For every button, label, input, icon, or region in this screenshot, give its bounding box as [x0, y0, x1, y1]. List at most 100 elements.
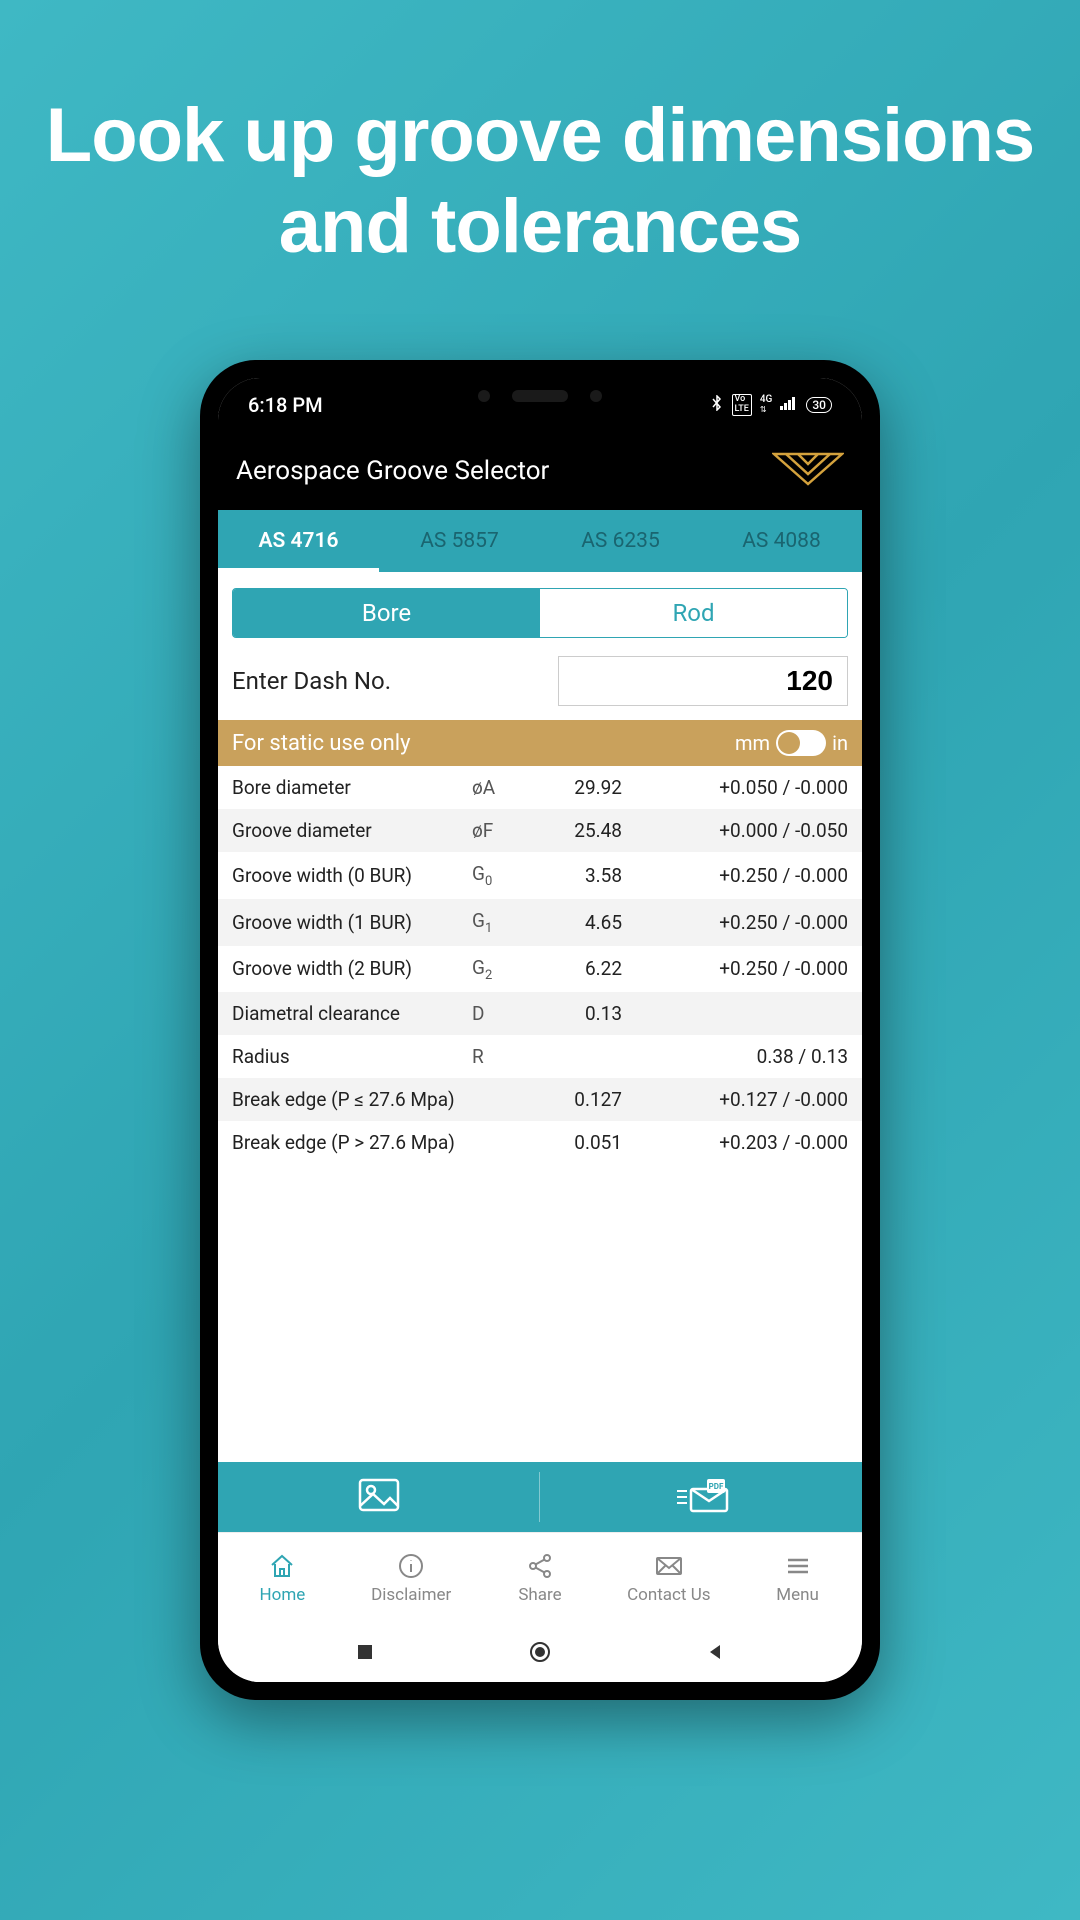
- nav-disclaimer-label: Disclaimer: [371, 1585, 451, 1605]
- row-symbol: R: [472, 1045, 522, 1068]
- row-label: Break edge (P ≤ 27.6 Mpa): [232, 1088, 472, 1111]
- row-label: Break edge (P > 27.6 Mpa): [232, 1131, 472, 1154]
- row-tolerance: 0.38 / 0.13: [622, 1045, 848, 1068]
- table-row: Bore diameterøA29.92+0.050 / -0.000: [218, 766, 862, 809]
- status-time: 6:18 PM: [248, 393, 323, 417]
- row-tolerance: +0.203 / -0.000: [622, 1131, 848, 1154]
- static-note: For static use only: [232, 731, 411, 756]
- row-symbol: øA: [472, 776, 522, 799]
- row-symbol: G1: [472, 909, 522, 936]
- bore-rod-segmented: Bore Rod: [232, 588, 848, 638]
- row-label: Bore diameter: [232, 776, 472, 799]
- image-button[interactable]: [218, 1462, 540, 1532]
- app-header: Aerospace Groove Selector: [218, 432, 862, 510]
- battery-icon: 30: [806, 397, 832, 413]
- volte-icon: VoLTE: [732, 394, 752, 416]
- android-nav-bar: [218, 1622, 862, 1682]
- nav-contact-label: Contact Us: [627, 1585, 710, 1605]
- dimension-table: Bore diameterøA29.92+0.050 / -0.000Groov…: [218, 766, 862, 1164]
- phone-screen: 6:18 PM VoLTE 4G⇅ 30 Aerospace Groove Se…: [218, 378, 862, 1682]
- dash-input-row: Enter Dash No.: [232, 656, 848, 706]
- signal-icon: [780, 396, 798, 414]
- row-symbol: G0: [472, 862, 522, 889]
- notch: [405, 378, 675, 414]
- nav-home[interactable]: Home: [218, 1533, 347, 1622]
- android-recents[interactable]: [352, 1639, 378, 1665]
- nav-disclaimer[interactable]: Disclaimer: [347, 1533, 476, 1622]
- row-value: 3.58: [522, 864, 622, 887]
- unit-toggle[interactable]: [776, 730, 826, 756]
- row-symbol: D: [472, 1002, 522, 1025]
- export-pdf-button[interactable]: PDF: [540, 1462, 862, 1532]
- table-row: Diametral clearanceD0.13: [218, 992, 862, 1035]
- row-value: 0.127: [522, 1088, 622, 1111]
- row-label: Groove width (2 BUR): [232, 957, 472, 980]
- segment-bore[interactable]: Bore: [233, 589, 540, 637]
- nav-menu[interactable]: Menu: [733, 1533, 862, 1622]
- table-row: Break edge (P > 27.6 Mpa) 0.051+0.203 / -…: [218, 1121, 862, 1164]
- nav-share-label: Share: [518, 1585, 561, 1605]
- content-area: Bore Rod Enter Dash No. For static use o…: [218, 572, 862, 1462]
- row-label: Groove diameter: [232, 819, 472, 842]
- network-icon: 4G⇅: [760, 395, 773, 415]
- share-icon: [526, 1551, 554, 1581]
- row-value: 0.051: [522, 1131, 622, 1154]
- table-row: Groove width (0 BUR)G03.58+0.250 / -0.00…: [218, 852, 862, 899]
- home-icon: [268, 1551, 296, 1581]
- row-label: Radius: [232, 1045, 472, 1068]
- mail-icon: [654, 1551, 684, 1581]
- action-bar: PDF: [218, 1462, 862, 1532]
- unit-toggle-group: mm in: [735, 730, 848, 756]
- table-row: Groove width (1 BUR)G14.65+0.250 / -0.00…: [218, 899, 862, 946]
- unit-mm-label: mm: [735, 731, 770, 755]
- android-back[interactable]: [702, 1639, 728, 1665]
- table-row: Groove diameterøF25.48+0.000 / -0.050: [218, 809, 862, 852]
- nav-home-label: Home: [260, 1585, 306, 1605]
- row-tolerance: +0.000 / -0.050: [622, 819, 848, 842]
- image-icon: [358, 1478, 400, 1516]
- row-symbol: G2: [472, 956, 522, 983]
- bottom-nav: Home Disclaimer Share Contact Us: [218, 1532, 862, 1622]
- dash-number-input[interactable]: [558, 656, 848, 706]
- dash-input-label: Enter Dash No.: [232, 667, 391, 695]
- tab-as4716[interactable]: AS 4716: [218, 510, 379, 572]
- segment-rod[interactable]: Rod: [540, 589, 847, 637]
- row-value: 29.92: [522, 776, 622, 799]
- static-use-bar: For static use only mm in: [218, 720, 862, 766]
- unit-in-label: in: [832, 731, 848, 755]
- tab-as5857[interactable]: AS 5857: [379, 510, 540, 572]
- table-row: RadiusR 0.38 / 0.13: [218, 1035, 862, 1078]
- row-label: Groove width (1 BUR): [232, 911, 472, 934]
- nav-share[interactable]: Share: [476, 1533, 605, 1622]
- row-tolerance: +0.127 / -0.000: [622, 1088, 848, 1111]
- row-tolerance: +0.250 / -0.000: [622, 957, 848, 980]
- row-label: Groove width (0 BUR): [232, 864, 472, 887]
- menu-icon: [784, 1551, 812, 1581]
- nav-menu-label: Menu: [776, 1585, 819, 1605]
- row-symbol: øF: [472, 819, 522, 842]
- row-value: 25.48: [522, 819, 622, 842]
- table-row: Groove width (2 BUR)G26.22+0.250 / -0.00…: [218, 946, 862, 993]
- tab-as6235[interactable]: AS 6235: [540, 510, 701, 572]
- nav-contact[interactable]: Contact Us: [604, 1533, 733, 1622]
- row-value: 0.13: [522, 1002, 622, 1025]
- app-title: Aerospace Groove Selector: [236, 456, 549, 486]
- row-label: Diametral clearance: [232, 1002, 472, 1025]
- pdf-mail-icon: PDF: [673, 1477, 729, 1517]
- promo-headline: Look up groove dimensions and tolerances: [0, 0, 1080, 312]
- svg-text:PDF: PDF: [709, 1482, 724, 1491]
- row-tolerance: +0.250 / -0.000: [622, 911, 848, 934]
- table-row: Break edge (P ≤ 27.6 Mpa) 0.127+0.127 / -…: [218, 1078, 862, 1121]
- row-tolerance: +0.050 / -0.000: [622, 776, 848, 799]
- status-indicators: VoLTE 4G⇅ 30: [710, 394, 832, 416]
- row-value: 6.22: [522, 957, 622, 980]
- row-value: 4.65: [522, 911, 622, 934]
- info-icon: [397, 1551, 425, 1581]
- app-logo-icon: [772, 452, 844, 490]
- bluetooth-icon: [710, 395, 724, 415]
- android-home[interactable]: [527, 1639, 553, 1665]
- row-tolerance: +0.250 / -0.000: [622, 864, 848, 887]
- phone-frame: 6:18 PM VoLTE 4G⇅ 30 Aerospace Groove Se…: [200, 360, 880, 1700]
- tab-as4088[interactable]: AS 4088: [701, 510, 862, 572]
- spec-tabs: AS 4716 AS 5857 AS 6235 AS 4088: [218, 510, 862, 572]
